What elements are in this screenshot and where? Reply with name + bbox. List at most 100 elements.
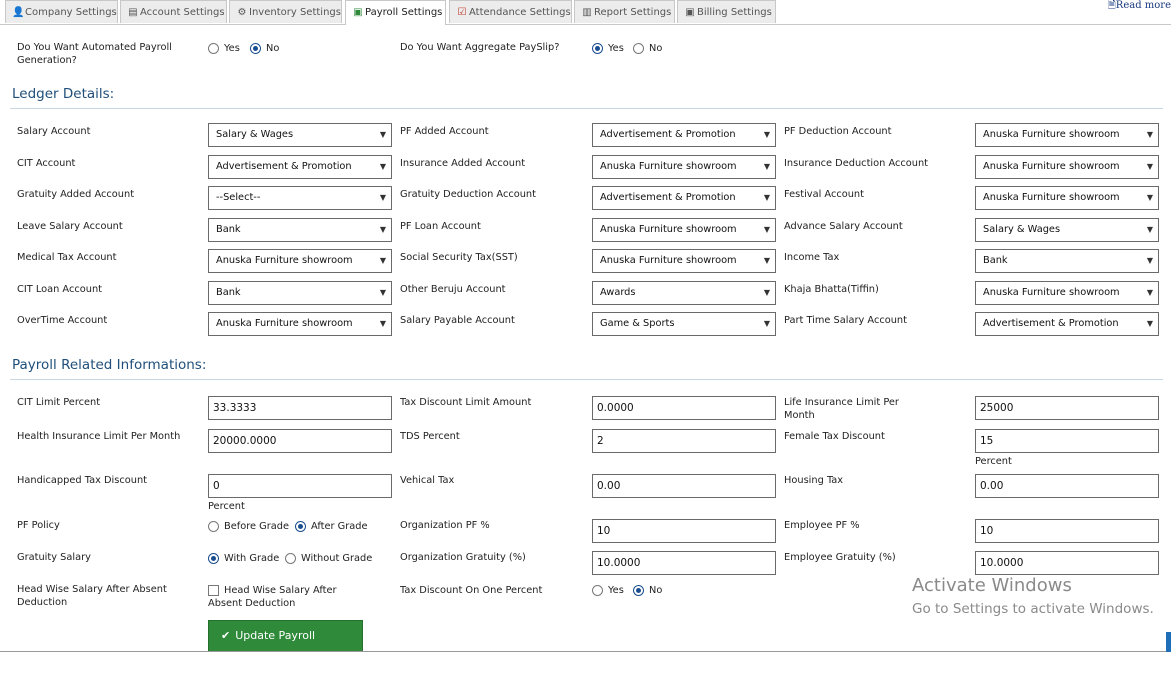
emp-gratuity-input[interactable]: 10.0000 bbox=[975, 551, 1159, 575]
aggregate-no-radio[interactable] bbox=[633, 43, 644, 54]
salary-payable-account-select[interactable]: Game & Sports ▼ bbox=[592, 312, 776, 336]
tds-percent-input[interactable]: 2 bbox=[592, 429, 776, 453]
pf-loan-account-label: PF Loan Account bbox=[400, 221, 481, 232]
org-gratuity-input[interactable]: 10.0000 bbox=[592, 551, 776, 575]
bottom-border bbox=[0, 651, 1171, 652]
salary-account-label: Salary Account bbox=[17, 126, 91, 137]
aggregate-yes-label: Yes bbox=[608, 43, 624, 54]
tab-inventory-settings[interactable]: ⚙ Inventory Settings bbox=[229, 0, 342, 23]
advance-salary-account-select[interactable]: Salary & Wages ▼ bbox=[975, 218, 1159, 242]
health-insurance-input[interactable]: 20000.0000 bbox=[208, 429, 392, 453]
tax-one-percent-no-radio[interactable] bbox=[633, 585, 644, 596]
corner-scroll-indicator bbox=[1166, 632, 1171, 652]
auto-payroll-no-radio[interactable] bbox=[250, 43, 261, 54]
gratuity-without-grade-label: Without Grade bbox=[301, 553, 373, 564]
festival-account-select[interactable]: Anuska Furniture showroom ▼ bbox=[975, 186, 1159, 210]
ledger-divider bbox=[10, 108, 1163, 109]
pf-deduction-account-select[interactable]: Anuska Furniture showroom ▼ bbox=[975, 123, 1159, 147]
salary-account-select[interactable]: Salary & Wages ▼ bbox=[208, 123, 392, 147]
gratuity-with-grade-label: With Grade bbox=[224, 553, 280, 564]
settings-tab-bar: 👤Company Settings ▤ Account Settings ⚙ Inv… bbox=[0, 0, 1171, 25]
income-tax-select[interactable]: Bank ▼ bbox=[975, 249, 1159, 273]
part-time-salary-account-select[interactable]: Advertisement & Promotion ▼ bbox=[975, 312, 1159, 336]
auto-payroll-yes-radio[interactable] bbox=[208, 43, 219, 54]
vehical-tax-input[interactable]: 0.00 bbox=[592, 474, 776, 498]
check-icon: ✔ bbox=[221, 629, 231, 642]
cit-loan-account-select[interactable]: Bank ▼ bbox=[208, 281, 392, 305]
khaja-bhatta-tiffin-select[interactable]: Anuska Furniture showroom ▼ bbox=[975, 281, 1159, 305]
overtime-account-label: OverTime Account bbox=[17, 315, 108, 326]
tax-one-percent-yes-label: Yes bbox=[608, 585, 624, 596]
insurance-deduction-account-select[interactable]: Anuska Furniture showroom ▼ bbox=[975, 155, 1159, 179]
insurance-added-account-selected-value: Anuska Furniture showroom bbox=[600, 161, 737, 172]
emp-pf-input[interactable]: 10 bbox=[975, 519, 1159, 543]
dropdown-arrow-icon: ▼ bbox=[379, 162, 386, 171]
tab-payroll-settings[interactable]: ▣ Payroll Settings bbox=[345, 0, 446, 25]
dropdown-arrow-icon: ▼ bbox=[1146, 288, 1153, 297]
salary-payable-account-selected-value: Game & Sports bbox=[600, 318, 675, 329]
gratuity-added-account-select[interactable]: --Select-- ▼ bbox=[208, 186, 392, 210]
pf-loan-account-select[interactable]: Anuska Furniture showroom ▼ bbox=[592, 218, 776, 242]
tab-company-settings[interactable]: 👤Company Settings bbox=[5, 0, 118, 23]
female-tax-input[interactable]: 15 bbox=[975, 429, 1159, 453]
org-pf-input[interactable]: 10 bbox=[592, 519, 776, 543]
social-security-tax-sst-selected-value: Anuska Furniture showroom bbox=[600, 255, 737, 266]
social-security-tax-sst-label: Social Security Tax(SST) bbox=[400, 252, 518, 263]
activate-windows-subtitle: Go to Settings to activate Windows. bbox=[912, 601, 1154, 617]
social-security-tax-sst-select[interactable]: Anuska Furniture showroom ▼ bbox=[592, 249, 776, 273]
housing-tax-input[interactable]: 0.00 bbox=[975, 474, 1159, 498]
female-tax-label: Female Tax Discount bbox=[784, 431, 885, 442]
update-payroll-settings-button[interactable]: ✔ Update Payroll Settings bbox=[208, 620, 363, 672]
tab-account-settings[interactable]: ▤ Account Settings bbox=[120, 0, 227, 23]
insurance-added-account-select[interactable]: Anuska Furniture showroom ▼ bbox=[592, 155, 776, 179]
pf-before-grade-radio[interactable] bbox=[208, 521, 219, 532]
dropdown-arrow-icon: ▼ bbox=[763, 193, 770, 202]
leave-salary-account-select[interactable]: Bank ▼ bbox=[208, 218, 392, 242]
dropdown-arrow-icon: ▼ bbox=[379, 319, 386, 328]
tax-one-percent-yes-radio[interactable] bbox=[592, 585, 603, 596]
tab-attendance-settings[interactable]: ☑ Attendance Settings bbox=[449, 0, 572, 23]
cit-account-label: CIT Account bbox=[17, 158, 76, 169]
emp-gratuity-label: Employee Gratuity (%) bbox=[784, 552, 896, 563]
tax-discount-limit-input[interactable]: 0.0000 bbox=[592, 396, 776, 420]
aggregate-payslip-label: Do You Want Aggregate PaySlip? bbox=[400, 42, 560, 53]
gratuity-added-account-selected-value: --Select-- bbox=[216, 192, 261, 203]
handicapped-tax-label: Handicapped Tax Discount bbox=[17, 475, 147, 486]
other-beruju-account-select[interactable]: Awards ▼ bbox=[592, 281, 776, 305]
medical-tax-account-select[interactable]: Anuska Furniture showroom ▼ bbox=[208, 249, 392, 273]
insurance-deduction-account-label: Insurance Deduction Account bbox=[784, 158, 929, 169]
auto-payroll-label: Do You Want Automated Payroll Generation… bbox=[17, 42, 172, 66]
advance-salary-account-selected-value: Salary & Wages bbox=[983, 224, 1061, 235]
aggregate-yes-radio[interactable] bbox=[592, 43, 603, 54]
cit-loan-account-selected-value: Bank bbox=[216, 287, 241, 298]
read-more-link[interactable]: 🗎Read more bbox=[1108, 0, 1171, 15]
overtime-account-select[interactable]: Anuska Furniture showroom ▼ bbox=[208, 312, 392, 336]
tds-percent-label: TDS Percent bbox=[400, 431, 460, 442]
bar-chart-icon: ▥ bbox=[582, 7, 592, 18]
gratuity-without-grade-radio[interactable] bbox=[285, 553, 296, 564]
head-wise-label: Head Wise Salary After Absent Deduction bbox=[17, 584, 167, 608]
housing-tax-label: Housing Tax bbox=[784, 475, 844, 486]
pf-added-account-selected-value: Advertisement & Promotion bbox=[600, 129, 736, 140]
pf-policy-label: PF Policy bbox=[17, 520, 60, 531]
life-insurance-input[interactable]: 25000 bbox=[975, 396, 1159, 420]
gratuity-with-grade-radio[interactable] bbox=[208, 553, 219, 564]
payroll-info-heading: Payroll Related Informations: bbox=[12, 357, 207, 373]
gratuity-deduction-account-select[interactable]: Advertisement & Promotion ▼ bbox=[592, 186, 776, 210]
ledger-icon: ▤ bbox=[128, 7, 138, 18]
billing-icon: ▣ bbox=[685, 7, 695, 18]
cit-account-select[interactable]: Advertisement & Promotion ▼ bbox=[208, 155, 392, 179]
pf-loan-account-selected-value: Anuska Furniture showroom bbox=[600, 224, 737, 235]
pf-added-account-select[interactable]: Advertisement & Promotion ▼ bbox=[592, 123, 776, 147]
life-insurance-label: Life Insurance Limit Per Month bbox=[784, 397, 899, 421]
handicapped-tax-input[interactable]: 0 bbox=[208, 474, 392, 498]
dropdown-arrow-icon: ▼ bbox=[1146, 193, 1153, 202]
auto-payroll-yes-label: Yes bbox=[224, 43, 240, 54]
tab-billing-settings[interactable]: ▣ Billing Settings bbox=[677, 0, 776, 23]
pf-deduction-account-selected-value: Anuska Furniture showroom bbox=[983, 129, 1120, 140]
tab-report-settings[interactable]: ▥ Report Settings bbox=[574, 0, 675, 23]
pf-after-grade-radio[interactable] bbox=[295, 521, 306, 532]
aggregate-no-label: No bbox=[649, 43, 663, 54]
leave-salary-account-selected-value: Bank bbox=[216, 224, 241, 235]
cit-limit-input[interactable]: 33.3333 bbox=[208, 396, 392, 420]
